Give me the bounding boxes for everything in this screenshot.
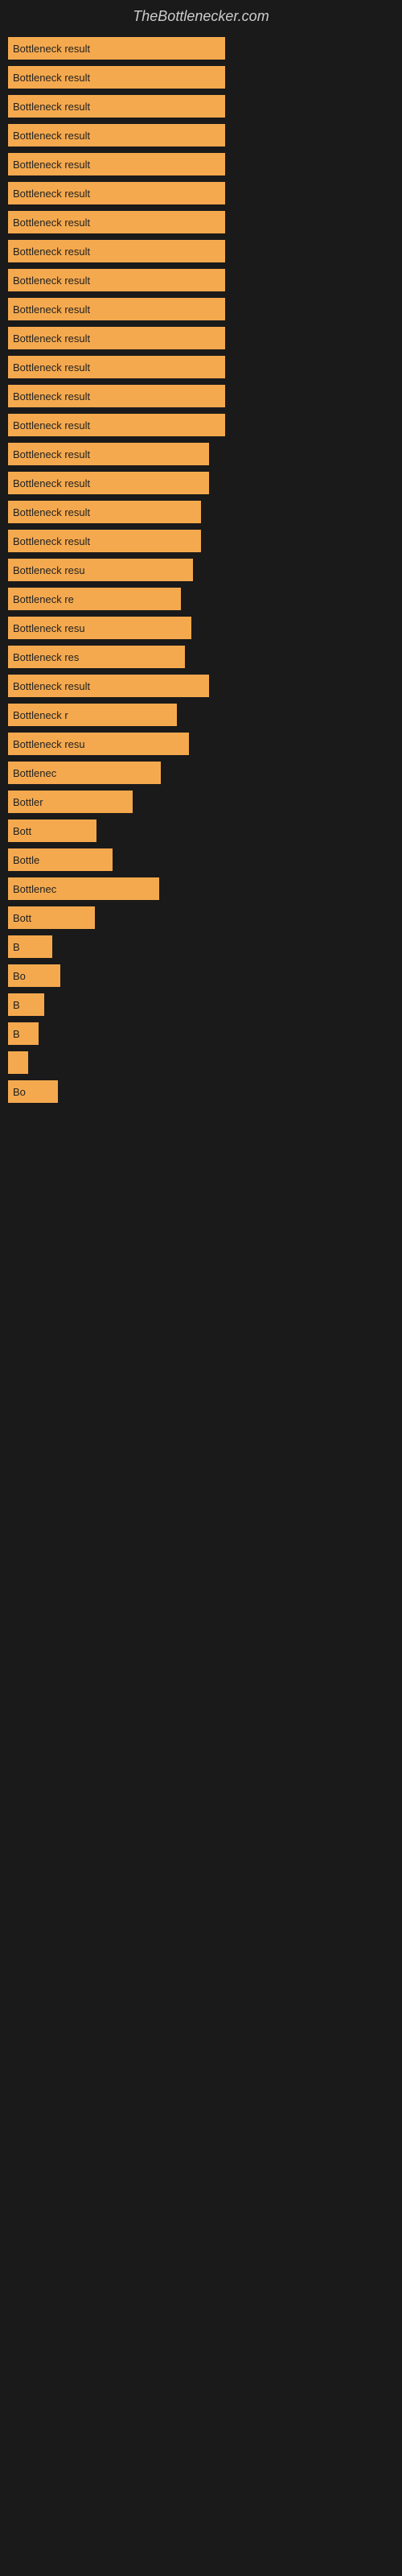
bottleneck-bar[interactable]: B	[8, 935, 52, 958]
bar-row: Bott	[8, 819, 394, 842]
bar-row: Bo	[8, 1080, 394, 1103]
bottleneck-bar[interactable]: Bottleneck r	[8, 704, 177, 726]
bar-row: Bottleneck re	[8, 588, 394, 610]
bar-row: Bottleneck r	[8, 704, 394, 726]
bottleneck-bar[interactable]: Bottleneck result	[8, 269, 225, 291]
bar-row: Bottleneck result	[8, 182, 394, 204]
bar-row	[8, 1051, 394, 1074]
bottleneck-bar[interactable]: Bott	[8, 819, 96, 842]
bottleneck-bar[interactable]: Bottlenec	[8, 877, 159, 900]
bottleneck-bar[interactable]: Bottleneck result	[8, 356, 225, 378]
bar-row: Bottle	[8, 848, 394, 871]
bottleneck-bar[interactable]: Bott	[8, 906, 95, 929]
bar-row: B	[8, 1022, 394, 1045]
bottleneck-bar[interactable]: B	[8, 1022, 39, 1045]
bar-row: B	[8, 935, 394, 958]
bar-row: Bottleneck result	[8, 675, 394, 697]
bar-row: Bottleneck result	[8, 356, 394, 378]
bars-container: Bottleneck result Bottleneck result Bottle…	[0, 37, 402, 1109]
bar-row: Bottleneck result	[8, 472, 394, 494]
bottleneck-bar[interactable]: Bottleneck resu	[8, 559, 193, 581]
bar-row: Bottler	[8, 791, 394, 813]
bottleneck-bar[interactable]: Bottleneck result	[8, 501, 201, 523]
bottleneck-bar[interactable]: Bottleneck result	[8, 298, 225, 320]
bar-row: Bottleneck result	[8, 37, 394, 60]
bar-row: Bottleneck result	[8, 443, 394, 465]
bar-row: Bottleneck result	[8, 501, 394, 523]
bottleneck-bar[interactable]: Bottleneck result	[8, 240, 225, 262]
bar-row: Bottleneck result	[8, 95, 394, 118]
bottleneck-bar[interactable]: Bottleneck result	[8, 443, 209, 465]
bottleneck-bar[interactable]: Bottleneck result	[8, 37, 225, 60]
bar-row: Bottleneck result	[8, 414, 394, 436]
bar-row: Bottleneck resu	[8, 617, 394, 639]
bar-row: Bottleneck result	[8, 298, 394, 320]
bar-row: Bottleneck result	[8, 153, 394, 175]
bar-row: Bottleneck result	[8, 240, 394, 262]
bar-row: Bottleneck res	[8, 646, 394, 668]
bar-row: Bottleneck result	[8, 327, 394, 349]
bottleneck-bar[interactable]: Bo	[8, 1080, 58, 1103]
bottleneck-bar[interactable]: Bottleneck resu	[8, 733, 189, 755]
bottleneck-bar[interactable]: Bottleneck resu	[8, 617, 191, 639]
bottleneck-bar[interactable]: Bottleneck result	[8, 414, 225, 436]
bar-row: Bottleneck result	[8, 211, 394, 233]
bottleneck-bar[interactable]: Bottleneck result	[8, 66, 225, 89]
bottleneck-bar[interactable]: Bottleneck result	[8, 124, 225, 147]
bar-row: Bottlenec	[8, 762, 394, 784]
bottleneck-bar[interactable]: Bottleneck result	[8, 472, 209, 494]
bottleneck-bar[interactable]	[8, 1051, 28, 1074]
bottleneck-bar[interactable]: Bottleneck result	[8, 182, 225, 204]
bottleneck-bar[interactable]: Bottlenec	[8, 762, 161, 784]
bar-row: Bottleneck result	[8, 269, 394, 291]
bar-row: Bottleneck resu	[8, 559, 394, 581]
bar-row: Bott	[8, 906, 394, 929]
bar-row: Bottleneck result	[8, 385, 394, 407]
bar-row: Bottleneck resu	[8, 733, 394, 755]
bar-row: Bottleneck result	[8, 124, 394, 147]
bar-row: Bo	[8, 964, 394, 987]
bottleneck-bar[interactable]: Bottleneck result	[8, 153, 225, 175]
bottleneck-bar[interactable]: Bottle	[8, 848, 113, 871]
bottleneck-bar[interactable]: Bottler	[8, 791, 133, 813]
bottleneck-bar[interactable]: Bottleneck result	[8, 211, 225, 233]
bar-row: Bottleneck result	[8, 530, 394, 552]
site-title: TheBottlenecker.com	[0, 0, 402, 37]
bottleneck-bar[interactable]: Bottleneck res	[8, 646, 185, 668]
bottleneck-bar[interactable]: Bottleneck result	[8, 95, 225, 118]
bar-row: Bottlenec	[8, 877, 394, 900]
bar-row: B	[8, 993, 394, 1016]
bottleneck-bar[interactable]: Bottleneck result	[8, 327, 225, 349]
bottleneck-bar[interactable]: Bottleneck result	[8, 675, 209, 697]
bottleneck-bar[interactable]: Bottleneck result	[8, 385, 225, 407]
bottleneck-bar[interactable]: Bottleneck result	[8, 530, 201, 552]
bottleneck-bar[interactable]: Bottleneck re	[8, 588, 181, 610]
bottleneck-bar[interactable]: Bo	[8, 964, 60, 987]
bottleneck-bar[interactable]: B	[8, 993, 44, 1016]
bar-row: Bottleneck result	[8, 66, 394, 89]
